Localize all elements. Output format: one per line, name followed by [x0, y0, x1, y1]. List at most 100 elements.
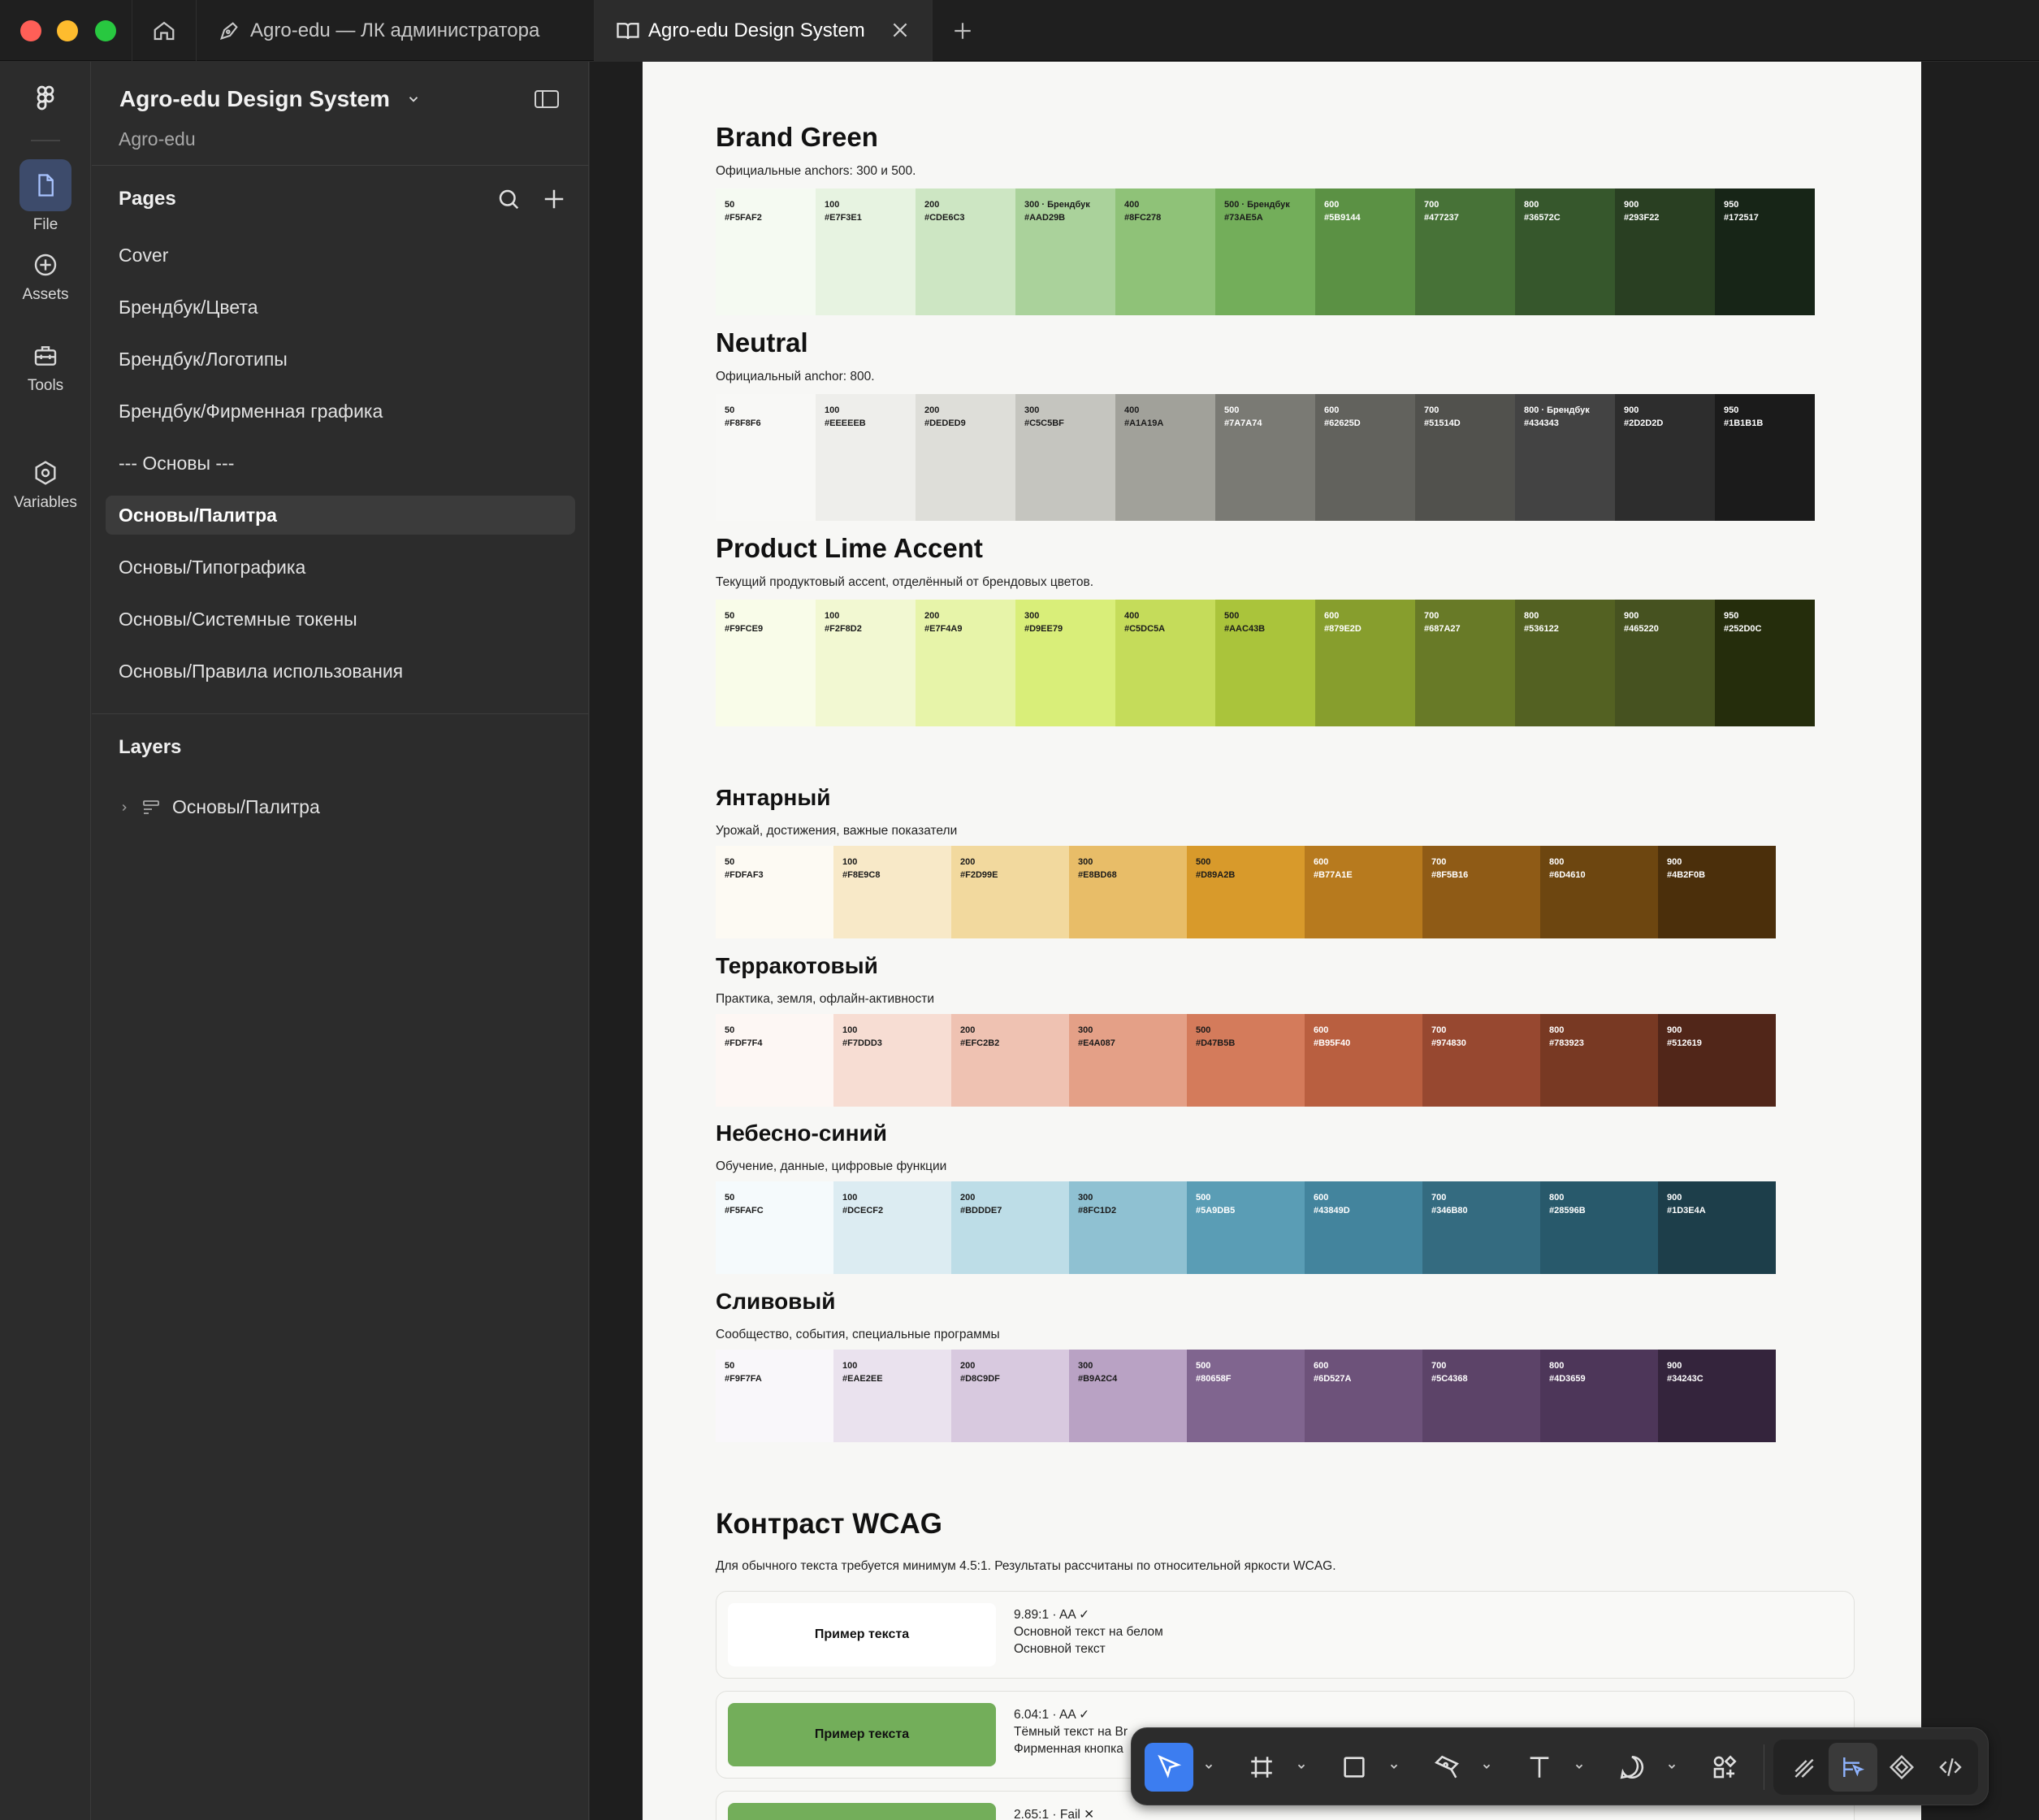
- color-swatch[interactable]: 100 #F2F8D2: [816, 600, 916, 726]
- color-swatch[interactable]: 900 #34243C: [1658, 1350, 1776, 1442]
- page-item[interactable]: Основы/Палитра: [106, 496, 575, 535]
- rail-file[interactable]: File: [0, 159, 91, 234]
- color-swatch[interactable]: 800 · Брендбук #434343: [1515, 394, 1615, 521]
- color-swatch[interactable]: 100 #F7DDD3: [833, 1014, 951, 1107]
- color-swatch[interactable]: 500 #5A9DB5: [1187, 1181, 1305, 1274]
- comment-tool-button[interactable]: [1608, 1743, 1656, 1792]
- color-swatch[interactable]: 300 #D9EE79: [1015, 600, 1115, 726]
- new-tab-button[interactable]: [946, 15, 979, 47]
- page-item[interactable]: Cover: [106, 236, 575, 275]
- color-swatch[interactable]: 700 #8F5B16: [1422, 846, 1540, 938]
- color-swatch[interactable]: 600 #6D527A: [1305, 1350, 1422, 1442]
- rail-variables[interactable]: Variables: [0, 457, 91, 512]
- color-swatch[interactable]: 500 #7A7A74: [1215, 394, 1315, 521]
- color-swatch[interactable]: 300 · Брендбук #AAD29B: [1015, 188, 1115, 315]
- file-title[interactable]: Agro-edu Design System: [119, 86, 421, 112]
- color-swatch[interactable]: 800 #36572C: [1515, 188, 1615, 315]
- tab-design-system[interactable]: Agro-edu Design System: [595, 0, 933, 61]
- color-swatch[interactable]: 300 #B9A2C4: [1069, 1350, 1187, 1442]
- color-swatch[interactable]: 500 #80658F: [1187, 1350, 1305, 1442]
- page-item[interactable]: --- Основы ---: [106, 444, 575, 483]
- color-swatch[interactable]: 200 #DEDED9: [916, 394, 1015, 521]
- page-item[interactable]: Брендбук/Фирменная графика: [106, 392, 575, 431]
- color-swatch[interactable]: 600 #B77A1E: [1305, 846, 1422, 938]
- color-swatch[interactable]: 50 #F9F7FA: [716, 1350, 833, 1442]
- close-window-button[interactable]: [20, 20, 41, 41]
- color-swatch[interactable]: 50 #FDF7F4: [716, 1014, 833, 1107]
- chevron-down-icon[interactable]: [1296, 1761, 1307, 1772]
- color-swatch[interactable]: 900 #4B2F0B: [1658, 846, 1776, 938]
- tab-admin[interactable]: Agro-edu — ЛК администратора: [197, 0, 595, 61]
- color-swatch[interactable]: 950 #172517: [1715, 188, 1815, 315]
- color-swatch[interactable]: 800 #6D4610: [1540, 846, 1658, 938]
- component-mode-button[interactable]: [1877, 1743, 1926, 1792]
- color-swatch[interactable]: 950 #252D0C: [1715, 600, 1815, 726]
- color-swatch[interactable]: 900 #1D3E4A: [1658, 1181, 1776, 1274]
- page-item[interactable]: Брендбук/Логотипы: [106, 340, 575, 379]
- color-swatch[interactable]: 400 #8FC278: [1115, 188, 1215, 315]
- color-swatch[interactable]: 100 #EAE2EE: [833, 1350, 951, 1442]
- color-swatch[interactable]: 200 #E7F4A9: [916, 600, 1015, 726]
- color-swatch[interactable]: 950 #1B1B1B: [1715, 394, 1815, 521]
- color-swatch[interactable]: 600 #B95F40: [1305, 1014, 1422, 1107]
- color-swatch[interactable]: 200 #EFC2B2: [951, 1014, 1069, 1107]
- color-swatch[interactable]: 900 #512619: [1658, 1014, 1776, 1107]
- chevron-right-icon[interactable]: [119, 802, 130, 813]
- chevron-down-icon[interactable]: [1481, 1761, 1492, 1772]
- color-swatch[interactable]: 700 #51514D: [1415, 394, 1515, 521]
- color-swatch[interactable]: 50 #F8F8F6: [716, 394, 816, 521]
- color-swatch[interactable]: 100 #DCECF2: [833, 1181, 951, 1274]
- color-swatch[interactable]: 800 #28596B: [1540, 1181, 1658, 1274]
- color-swatch[interactable]: 900 #293F22: [1615, 188, 1715, 315]
- color-swatch[interactable]: 700 #346B80: [1422, 1181, 1540, 1274]
- color-swatch[interactable]: 200 #BDDDE7: [951, 1181, 1069, 1274]
- color-swatch[interactable]: 600 #879E2D: [1315, 600, 1415, 726]
- design-mode-button[interactable]: [1829, 1743, 1877, 1792]
- color-swatch[interactable]: 50 #F9FCE9: [716, 600, 816, 726]
- color-swatch[interactable]: 600 #43849D: [1305, 1181, 1422, 1274]
- chevron-down-icon[interactable]: [1203, 1761, 1214, 1772]
- color-swatch[interactable]: 200 #F2D99E: [951, 846, 1069, 938]
- palette-frame[interactable]: Brand Green Официальные anchors: 300 и 50…: [643, 62, 1921, 1820]
- color-swatch[interactable]: 700 #974830: [1422, 1014, 1540, 1107]
- page-item[interactable]: Основы/Правила использования: [106, 652, 575, 691]
- color-swatch[interactable]: 500 #D89A2B: [1187, 846, 1305, 938]
- add-page-icon[interactable]: [542, 187, 566, 215]
- maximize-window-button[interactable]: [95, 20, 116, 41]
- color-swatch[interactable]: 200 #D8C9DF: [951, 1350, 1069, 1442]
- text-tool-button[interactable]: [1515, 1743, 1564, 1792]
- page-item[interactable]: Основы/Системные токены: [106, 600, 575, 639]
- canvas[interactable]: Brand Green Официальные anchors: 300 и 50…: [590, 62, 2039, 1820]
- chevron-down-icon[interactable]: [1666, 1761, 1678, 1772]
- color-swatch[interactable]: 500 · Брендбук #73AE5A: [1215, 188, 1315, 315]
- move-tool-button[interactable]: [1145, 1743, 1193, 1792]
- chevron-down-icon[interactable]: [1388, 1761, 1400, 1772]
- actions-button[interactable]: [1700, 1743, 1749, 1792]
- color-swatch[interactable]: 100 #F8E9C8: [833, 846, 951, 938]
- sidebar-toggle-icon[interactable]: [535, 89, 559, 113]
- chevron-down-icon[interactable]: [1574, 1761, 1585, 1772]
- color-swatch[interactable]: 50 #F5FAF2: [716, 188, 816, 315]
- color-swatch[interactable]: 700 #687A27: [1415, 600, 1515, 726]
- color-swatch[interactable]: 800 #4D3659: [1540, 1350, 1658, 1442]
- color-swatch[interactable]: 50 #F5FAFC: [716, 1181, 833, 1274]
- color-swatch[interactable]: 50 #FDFAF3: [716, 846, 833, 938]
- color-swatch[interactable]: 100 #EEEEEB: [816, 394, 916, 521]
- color-swatch[interactable]: 900 #465220: [1615, 600, 1715, 726]
- color-swatch[interactable]: 300 #8FC1D2: [1069, 1181, 1187, 1274]
- project-name[interactable]: Agro-edu: [119, 128, 196, 150]
- figma-logo-icon[interactable]: [31, 84, 60, 118]
- dev-mode-button[interactable]: [1926, 1743, 1975, 1792]
- color-swatch[interactable]: 600 #5B9144: [1315, 188, 1415, 315]
- color-swatch[interactable]: 600 #62625D: [1315, 394, 1415, 521]
- pen-tool-button[interactable]: [1422, 1743, 1471, 1792]
- color-swatch[interactable]: 700 #5C4368: [1422, 1350, 1540, 1442]
- frame-tool-button[interactable]: [1237, 1743, 1286, 1792]
- shape-tool-button[interactable]: [1330, 1743, 1379, 1792]
- color-swatch[interactable]: 300 #C5C5BF: [1015, 394, 1115, 521]
- draw-mode-button[interactable]: [1780, 1743, 1829, 1792]
- rail-tools[interactable]: Tools: [0, 340, 91, 395]
- color-swatch[interactable]: 900 #2D2D2D: [1615, 394, 1715, 521]
- page-item[interactable]: Брендбук/Цвета: [106, 288, 575, 327]
- color-swatch[interactable]: 400 #C5DC5A: [1115, 600, 1215, 726]
